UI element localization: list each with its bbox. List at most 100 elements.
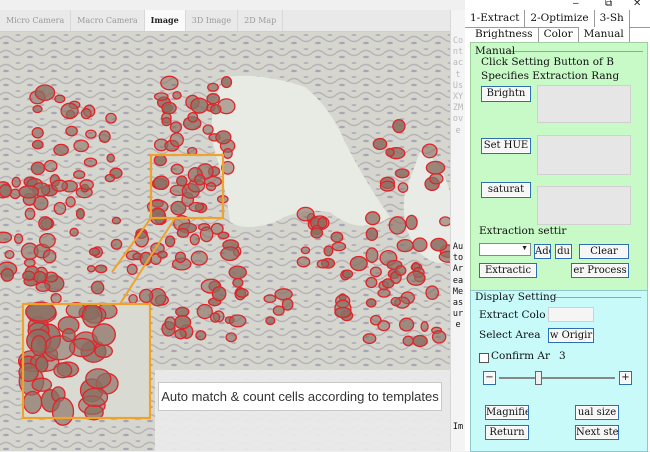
tab-manual[interactable]: Manual — [578, 27, 630, 42]
cell-outline — [13, 233, 24, 245]
cell-outline — [126, 263, 138, 276]
tab-optimize[interactable]: 2-Optimize — [525, 10, 595, 27]
cell-outline — [202, 124, 214, 135]
tab-show[interactable]: 3-Sh — [595, 10, 630, 27]
close-icon[interactable]: ✕ — [633, 0, 641, 9]
contact-xyzmove-label[interactable]: Contact Us XYZMove — [451, 36, 465, 137]
confirm-area-checkbox[interactable] — [479, 353, 489, 363]
cell-outline — [32, 270, 47, 284]
cell-outline — [169, 132, 184, 148]
cell-outline — [296, 256, 311, 268]
cell-outline — [80, 107, 92, 120]
tab-color[interactable]: Color — [539, 27, 579, 42]
tab-image[interactable]: Image — [144, 10, 186, 31]
cell-outline — [42, 249, 57, 264]
cell-outline — [390, 296, 402, 307]
cell-outline — [79, 179, 94, 191]
cell-outline — [54, 94, 66, 104]
cell-outline — [232, 277, 244, 288]
tab-macro-camera[interactable]: Macro Camera — [71, 10, 145, 31]
return-button[interactable]: Return — [485, 425, 529, 440]
cell-outline — [31, 127, 44, 139]
cell-outline — [235, 288, 249, 298]
cell-outline — [22, 390, 43, 414]
cell-outline — [85, 129, 97, 139]
show-original-button[interactable]: w Origir — [548, 328, 594, 343]
minimize-icon[interactable]: – — [573, 0, 579, 9]
delete-button[interactable]: du — [555, 244, 572, 259]
tab-extract[interactable]: 1-Extract — [465, 10, 526, 27]
magnified-inset — [17, 301, 152, 426]
cell-outline — [30, 161, 46, 176]
cell-outline — [412, 334, 428, 348]
cell-outline — [153, 154, 167, 167]
cell-outline — [365, 227, 379, 242]
cell-outline — [425, 160, 446, 175]
cell-outline — [210, 104, 222, 115]
extraction-button[interactable]: Extractic — [479, 263, 537, 278]
set-hue-button[interactable]: Set HUE — [481, 138, 531, 154]
cell-outline — [128, 293, 138, 305]
vertical-side-strip: Contact Us XYZMove Auto Area Measure Im — [450, 10, 466, 451]
cell-outline — [385, 147, 395, 157]
cell-outline — [172, 90, 182, 100]
cell-outline — [0, 231, 13, 244]
instruction-line-2: Specifies Extraction Rang — [481, 70, 620, 82]
cell-outline — [438, 250, 450, 263]
cell-outline — [161, 101, 177, 115]
hue-range-display — [537, 135, 631, 175]
main-tab-bar: 1-Extract 2-Optimize 3-Sh — [465, 10, 650, 28]
decrease-button[interactable]: − — [483, 371, 496, 385]
cell-outline — [4, 249, 15, 260]
cell-outline — [220, 76, 233, 89]
cell-outline — [61, 328, 76, 343]
extraction-combo[interactable]: ▼ — [479, 243, 531, 256]
area-slider-track[interactable] — [499, 377, 615, 379]
title-bar: – ⧉ ✕ — [465, 0, 650, 10]
auto-area-measure-label[interactable]: Auto Area Measure — [451, 242, 465, 332]
actual-size-button[interactable]: ual size — [575, 405, 619, 420]
brightness-button[interactable]: Brightn — [481, 86, 531, 102]
cell-outline — [396, 238, 414, 253]
cell-outline — [330, 231, 344, 243]
cell-outline — [211, 286, 227, 302]
cell-outline — [164, 316, 177, 331]
cell-outline — [425, 285, 440, 301]
restore-icon[interactable]: ⧉ — [605, 0, 612, 9]
cell-outline — [379, 180, 396, 192]
cell-outline — [43, 159, 58, 173]
cell-outline — [160, 75, 179, 91]
sub-tab-bar: Brightness Color Manual — [470, 27, 630, 42]
cell-outline — [377, 320, 391, 332]
cell-outline — [35, 355, 49, 373]
saturation-button[interactable]: saturat — [481, 182, 531, 198]
tab-brightness[interactable]: Brightness — [470, 27, 539, 42]
cell-outline — [174, 328, 187, 340]
cell-outline — [24, 207, 36, 220]
process-button[interactable]: er Process — [571, 263, 629, 278]
cell-outline — [300, 246, 311, 255]
tab-micro-camera[interactable]: Micro Camera — [0, 10, 72, 31]
cell-outline — [31, 139, 44, 150]
tab-3d-image[interactable]: 3D Image — [186, 10, 239, 31]
add-button[interactable]: Adc — [534, 244, 551, 259]
area-slider-thumb[interactable] — [535, 371, 542, 385]
cell-outline — [38, 232, 56, 249]
increase-button[interactable]: + — [619, 371, 632, 385]
cell-outline — [176, 227, 190, 239]
clear-button[interactable]: Clear — [579, 244, 629, 259]
magnifier-button[interactable]: Magnifie — [485, 405, 529, 420]
tab-2d-map[interactable]: 2D Map — [238, 10, 284, 31]
cell-outline — [342, 269, 354, 279]
extract-color-swatch[interactable] — [548, 307, 594, 322]
cell-outline — [153, 92, 169, 101]
cell-outline — [169, 121, 183, 134]
cell-outline — [53, 362, 73, 379]
extraction-settings-label: Extraction settir — [479, 225, 567, 237]
view-tab-bar: Micro Camera Macro Camera Image 3D Image… — [0, 10, 450, 32]
image-label[interactable]: Im — [451, 422, 465, 433]
next-step-button[interactable]: Next ste — [575, 425, 619, 440]
cell-outline — [365, 211, 381, 226]
confirm-area-label: Confirm Ar — [491, 350, 551, 362]
cell-outline — [111, 216, 122, 225]
